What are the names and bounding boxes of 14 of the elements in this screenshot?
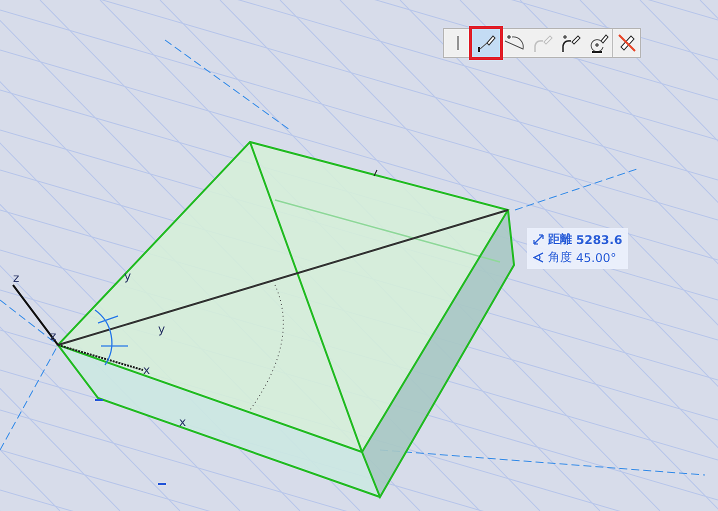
axis-label: z — [13, 271, 20, 285]
line-icon — [457, 36, 459, 50]
measurement-value: 45.00° — [576, 250, 616, 264]
axis-label: y — [158, 322, 166, 336]
cancel-pencil-icon — [616, 32, 638, 54]
tool-button[interactable] — [472, 29, 500, 57]
axis-label: x — [179, 415, 186, 429]
measurement-label: 距離 — [548, 231, 572, 248]
axis-label: y — [124, 269, 132, 283]
diagonal-arrow-icon — [533, 234, 544, 245]
angle-icon — [533, 252, 544, 263]
axis-label: x — [143, 363, 150, 377]
measurement-label: 角度 — [548, 249, 572, 266]
measurement-value: 5283.6 — [576, 232, 622, 246]
